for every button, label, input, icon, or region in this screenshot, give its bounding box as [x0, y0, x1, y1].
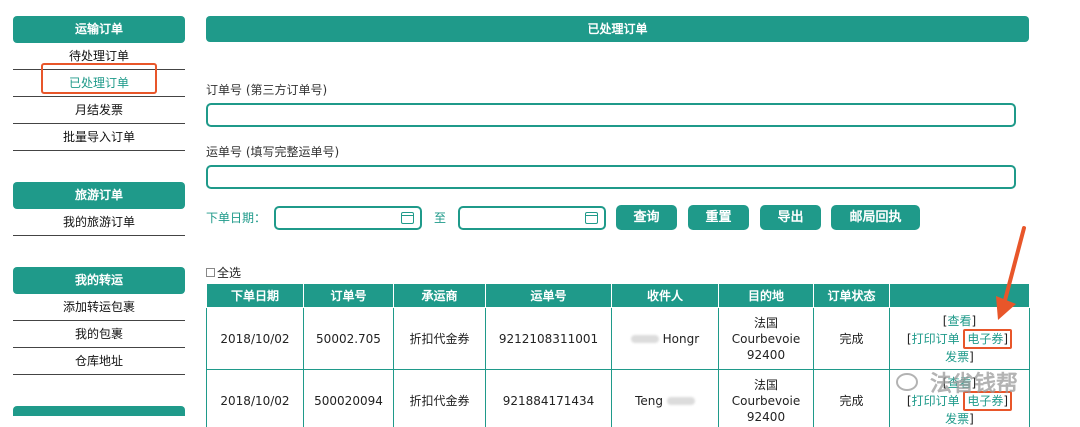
calendar-icon[interactable] — [585, 211, 599, 224]
cell-tracking: 921884171434 — [485, 369, 612, 427]
view-link[interactable]: 查看 — [947, 314, 971, 328]
sidebar-group-travel: 旅游订单 我的旅游订单 — [13, 182, 185, 236]
to-label: 至 — [434, 211, 447, 225]
export-button[interactable]: 导出 — [760, 205, 822, 230]
orders-table: 下单日期 订单号 承运商 运单号 收件人 目的地 订单状态 2018/10/02… — [206, 283, 1030, 427]
cell-status: 完成 — [813, 369, 890, 427]
cell-carrier: 折扣代金券 — [393, 369, 486, 427]
cell-destination: 法国 Courbevoie 92400 — [718, 307, 814, 370]
sidebar-group-forwarding: 我的转运 添加转运包裹 我的包裹 仓库地址 — [13, 267, 185, 375]
sidebar-item-my-packages[interactable]: 我的包裹 — [13, 321, 185, 348]
watermark-text: 法省钱帮 — [930, 372, 1019, 397]
recipient-name: Hongr — [662, 331, 700, 346]
dest-country: 法国 — [753, 315, 778, 330]
table-row: 2018/10/02 50002.705 折扣代金券 9212108311001… — [206, 307, 1030, 370]
start-date-input[interactable] — [274, 205, 423, 230]
select-all-checkbox[interactable] — [206, 268, 215, 277]
annotation-arrow-icon — [996, 226, 1026, 320]
print-order-link[interactable]: 打印订单 — [912, 332, 960, 346]
sidebar-item-monthly-invoice[interactable]: 月结发票 — [13, 97, 185, 124]
header-order-number: 订单号 — [303, 283, 394, 308]
dest-city: Courbevoie — [731, 331, 801, 346]
dest-country: 法国 — [753, 377, 778, 392]
header-carrier: 承运商 — [393, 283, 486, 308]
query-button[interactable]: 查询 — [616, 205, 678, 230]
redacted-mark — [666, 397, 695, 405]
header-status: 订单状态 — [813, 283, 890, 308]
header-order-date: 下单日期 — [206, 283, 304, 308]
dest-zip: 92400 — [746, 347, 786, 362]
date-filter-row: 下单日期： 至 查询 重置 导出 邮局回执 — [206, 205, 1029, 230]
wechat-icon — [896, 373, 918, 391]
sidebar-group-title: 我的转运 — [13, 267, 185, 294]
voucher-highlight: 电子券] — [963, 328, 1013, 349]
sidebar-group-title-cut — [13, 406, 185, 416]
table-header-row: 下单日期 订单号 承运商 运单号 收件人 目的地 订单状态 — [206, 283, 1030, 308]
page-title: 已处理订单 — [206, 16, 1029, 42]
date-label: 下单日期： — [206, 211, 267, 225]
sidebar-item-warehouse-address[interactable]: 仓库地址 — [13, 348, 185, 375]
order-number-label: 订单号 (第三方订单号) — [206, 83, 328, 97]
cell-recipient: Hongr — [611, 307, 719, 370]
tracking-number-input[interactable] — [206, 165, 1016, 189]
post-receipt-button[interactable]: 邮局回执 — [831, 205, 921, 230]
redacted-mark — [630, 335, 659, 343]
header-recipient: 收件人 — [611, 283, 719, 308]
sidebar-item-my-travel-orders[interactable]: 我的旅游订单 — [13, 209, 185, 236]
cell-carrier: 折扣代金券 — [393, 307, 486, 370]
dest-city: Courbevoie — [731, 393, 801, 408]
sidebar-item-add-package[interactable]: 添加转运包裹 — [13, 294, 185, 321]
recipient-name: Teng — [635, 393, 664, 408]
cell-recipient: Teng — [611, 369, 719, 427]
invoice-link[interactable]: 发票 — [945, 350, 969, 364]
header-tracking: 运单号 — [485, 283, 612, 308]
invoice-link[interactable]: 发票 — [945, 412, 969, 426]
cell-tracking: 9212108311001 — [485, 307, 612, 370]
highlight-box — [41, 63, 157, 94]
voucher-link[interactable]: 电子券 — [967, 332, 1003, 346]
cell-status: 完成 — [813, 307, 890, 370]
tracking-number-label: 运单号 (填写完整运单号) — [206, 145, 340, 159]
cell-order: 50002.705 — [303, 307, 394, 370]
sidebar-item-processed-orders[interactable]: 已处理订单 — [13, 63, 185, 97]
sidebar: 运输订单 待处理订单 已处理订单 月结发票 批量导入订单 旅游订单 我的旅游订单… — [13, 16, 185, 416]
select-all[interactable]: 全选 — [206, 264, 1029, 281]
cell-destination: 法国 Courbevoie 92400 — [718, 369, 814, 427]
calendar-icon[interactable] — [401, 211, 415, 224]
cell-order: 500020094 — [303, 369, 394, 427]
cell-date: 2018/10/02 — [206, 307, 304, 370]
cell-date: 2018/10/02 — [206, 369, 304, 427]
sidebar-group-title: 运输订单 — [13, 16, 185, 43]
watermark: 法省钱帮 — [896, 366, 1018, 398]
select-all-label: 全选 — [217, 266, 242, 280]
sidebar-group-transport: 运输订单 待处理订单 已处理订单 月结发票 批量导入订单 — [13, 16, 185, 151]
reset-button[interactable]: 重置 — [688, 205, 750, 230]
header-destination: 目的地 — [718, 283, 814, 308]
end-date-input[interactable] — [458, 205, 607, 230]
sidebar-group-title: 旅游订单 — [13, 182, 185, 209]
sidebar-item-batch-import[interactable]: 批量导入订单 — [13, 124, 185, 151]
dest-zip: 92400 — [746, 409, 786, 424]
order-number-input[interactable] — [206, 103, 1016, 127]
